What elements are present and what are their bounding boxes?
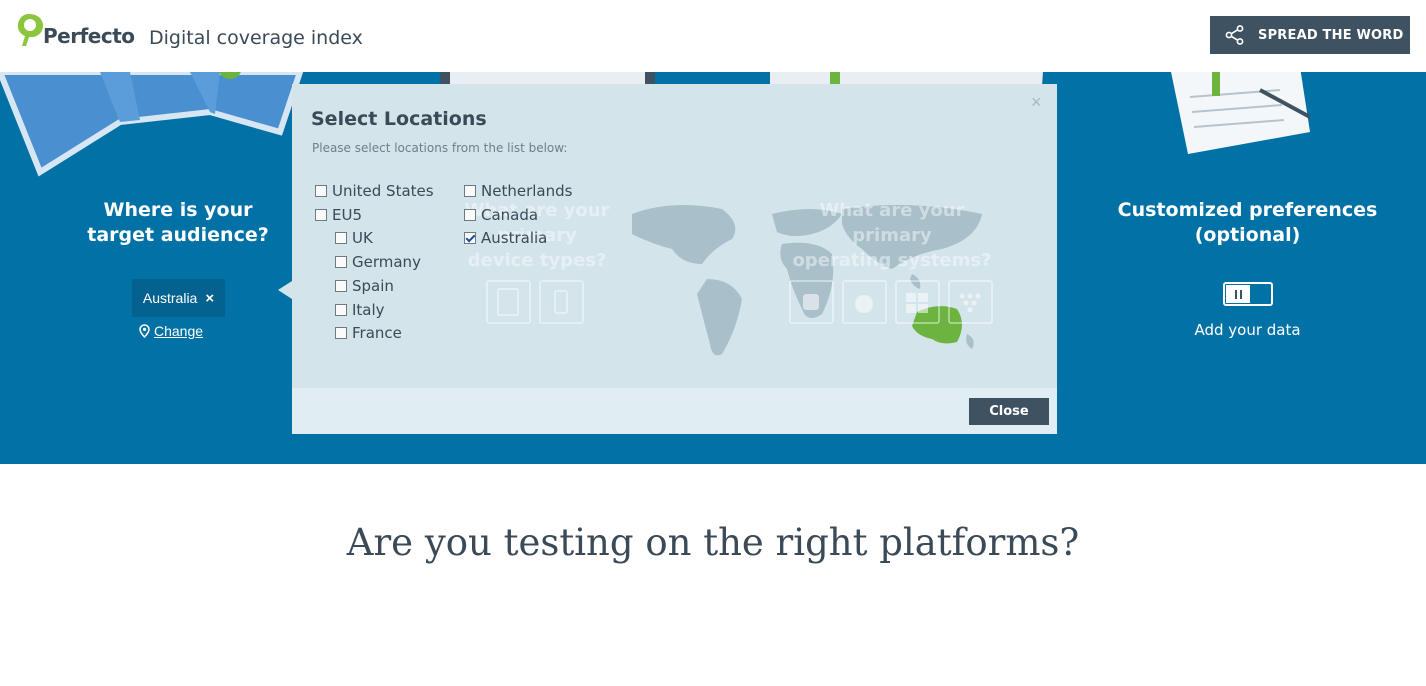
checkbox-united-states[interactable]	[315, 185, 327, 197]
location-option-eu5[interactable]: EU5	[315, 205, 362, 225]
preferences-heading-line1: Customized preferences	[1117, 199, 1378, 221]
change-location-label: Change	[154, 323, 204, 339]
top-header: Perfecto Digital coverage index SPREAD T…	[0, 0, 1426, 72]
checkbox-spain[interactable]	[335, 280, 347, 292]
device-types-ghost-line2: device types?	[467, 250, 607, 271]
location-option-uk[interactable]: UK	[335, 228, 373, 248]
location-option-canada[interactable]: Canada	[464, 205, 538, 225]
location-label-uk: UK	[352, 229, 373, 247]
modal-close-icon[interactable]: ×	[1031, 92, 1042, 113]
location-option-spain[interactable]: Spain	[335, 276, 394, 296]
location-option-united-states[interactable]: United States	[315, 181, 434, 201]
checkbox-france[interactable]	[335, 327, 347, 339]
app-title: Digital coverage index	[149, 27, 363, 49]
os-ghost-heading: What are your primary operating systems?	[777, 198, 1007, 273]
spread-the-word-label: SPREAD THE WORD	[1258, 27, 1404, 43]
location-label-italy: Italy	[352, 301, 385, 319]
audience-heading-line2: target audience?	[87, 224, 269, 246]
checkbox-italy[interactable]	[335, 304, 347, 316]
modal-pointer	[278, 281, 292, 299]
folded-map-illustration	[0, 72, 304, 177]
phone-icon	[539, 280, 584, 324]
location-option-italy[interactable]: Italy	[335, 300, 385, 320]
modal-subtitle: Please select locations from the list be…	[312, 141, 568, 155]
os-ghost-line1: What are your primary	[819, 200, 965, 246]
location-option-france[interactable]: France	[335, 323, 402, 343]
selected-location-chip: Australia ×	[132, 279, 225, 317]
location-pin-icon	[139, 324, 150, 338]
modal-title: Select Locations	[311, 108, 487, 130]
page-tagline: Are you testing on the right platforms?	[346, 521, 1080, 564]
notepad-illustration	[1171, 72, 1311, 154]
os-icons	[789, 280, 993, 324]
location-label-canada: Canada	[481, 206, 539, 224]
location-label-australia: Australia	[481, 229, 548, 247]
checkbox-uk[interactable]	[335, 232, 347, 244]
location-label-united-states: United States	[332, 182, 434, 200]
location-label-spain: Spain	[352, 277, 394, 295]
preferences-heading-line2: (optional)	[1194, 224, 1301, 246]
perfecto-logo-icon[interactable]	[16, 12, 46, 48]
preferences-heading: Customized preferences (optional)	[1110, 198, 1385, 248]
audience-heading: Where is your target audience?	[78, 198, 278, 248]
brand-name: Perfecto	[43, 24, 135, 48]
add-data-label: Add your data	[1194, 321, 1301, 339]
os-ghost-line2: operating systems?	[792, 250, 992, 271]
location-option-germany[interactable]: Germany	[335, 252, 421, 272]
audience-heading-line1: Where is your	[103, 199, 253, 221]
blackberry-icon	[948, 280, 993, 324]
spread-the-word-button[interactable]: SPREAD THE WORD	[1210, 16, 1410, 54]
toggle-icon	[1226, 285, 1250, 303]
location-option-netherlands[interactable]: Netherlands	[464, 181, 572, 201]
add-data-toggle[interactable]	[1223, 282, 1273, 306]
location-option-australia[interactable]: Australia	[464, 228, 547, 248]
windows-icon	[895, 280, 940, 324]
checkbox-germany[interactable]	[335, 256, 347, 268]
checkbox-australia[interactable]	[464, 232, 476, 244]
location-label-france: France	[352, 324, 402, 342]
checkbox-netherlands[interactable]	[464, 185, 476, 197]
location-label-germany: Germany	[352, 253, 421, 271]
close-button[interactable]: Close	[969, 398, 1049, 425]
select-locations-modal: What are your primary device types? What…	[292, 84, 1057, 434]
device-type-icons	[486, 280, 584, 324]
location-label-eu5: EU5	[332, 206, 362, 224]
checkbox-eu5[interactable]	[315, 209, 327, 221]
checkbox-canada[interactable]	[464, 209, 476, 221]
location-label-netherlands: Netherlands	[481, 182, 573, 200]
remove-location-icon[interactable]: ×	[205, 290, 214, 307]
change-location-link[interactable]: Change	[139, 323, 203, 339]
selected-location-label: Australia	[142, 290, 198, 306]
modal-footer: Close	[292, 388, 1057, 434]
tablet-icon	[486, 280, 531, 324]
share-icon	[1225, 25, 1244, 45]
